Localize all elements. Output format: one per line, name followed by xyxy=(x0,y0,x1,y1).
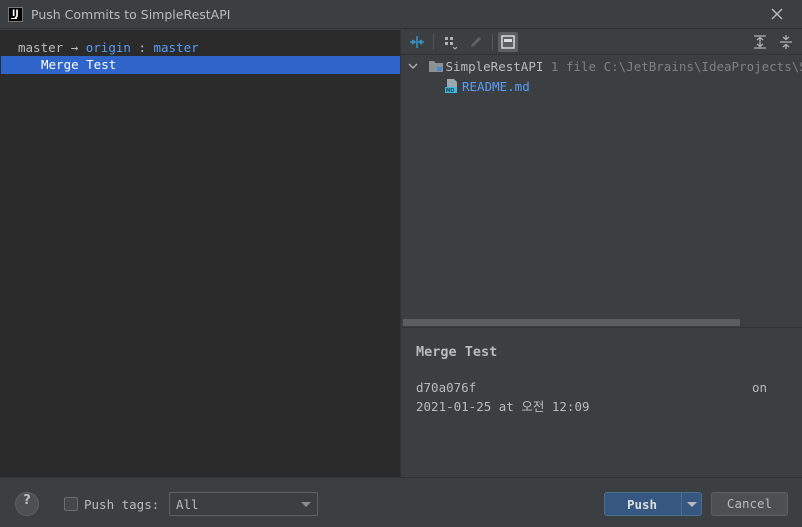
chevron-down-icon xyxy=(301,502,311,507)
group-by-icon[interactable] xyxy=(440,32,460,52)
commit-details-panel: Merge Test d70a076f on 2021-01-25 at 오전 … xyxy=(402,327,802,477)
root-folder-name: SimpleRestAPI xyxy=(445,59,544,74)
push-tags-label[interactable]: Push tags: xyxy=(84,497,159,512)
file-name: README.md xyxy=(462,79,530,94)
edit-icon[interactable] xyxy=(466,32,486,52)
branch-arrow: → xyxy=(70,40,79,55)
help-button[interactable]: ? xyxy=(15,492,39,516)
dialog-footer: ? Push tags: All Push Cancel xyxy=(0,477,802,527)
collapse-all-icon[interactable] xyxy=(776,32,796,52)
folder-icon xyxy=(428,59,446,79)
commit-on-label: on xyxy=(752,380,768,395)
markdown-file-icon: MD xyxy=(444,78,462,100)
local-branch: master xyxy=(18,40,64,55)
changes-tree: SimpleRestAPI 1 file C:\JetBrains\IdeaPr… xyxy=(402,56,802,321)
branch-colon: : xyxy=(138,40,146,55)
commit-subject: Merge Test xyxy=(416,344,498,360)
commit-row[interactable]: Merge Test xyxy=(1,56,400,74)
intellij-app-icon: IJ xyxy=(8,7,23,22)
push-tags-checkbox[interactable] xyxy=(64,497,78,511)
tags-select-value: All xyxy=(176,497,199,512)
changes-pane: SimpleRestAPI 1 file C:\JetBrains\IdeaPr… xyxy=(402,30,802,477)
root-path: C:\JetBrains\IdeaProjects\Simp xyxy=(603,59,802,74)
commits-list-pane: master → origin : master Merge Test xyxy=(0,30,401,477)
file-count: 1 file xyxy=(550,59,597,74)
title-bar: IJ Push Commits to SimpleRestAPI xyxy=(0,0,802,29)
remote-name-link[interactable]: origin xyxy=(86,40,131,55)
push-button-label: Push xyxy=(626,497,658,512)
window-title: Push Commits to SimpleRestAPI xyxy=(31,7,231,22)
remote-branch-link[interactable]: master xyxy=(154,40,199,55)
chevron-down-icon[interactable] xyxy=(408,57,420,77)
tags-select[interactable]: All xyxy=(169,492,318,516)
commit-date: 2021-01-25 at 오전 12:09 xyxy=(416,399,590,414)
branch-mapping: master → origin : master xyxy=(18,40,199,55)
tree-root-row[interactable]: SimpleRestAPI 1 file C:\JetBrains\IdeaPr… xyxy=(408,57,802,77)
close-icon[interactable] xyxy=(768,5,786,23)
push-options-dropdown-icon[interactable] xyxy=(687,502,697,507)
expand-all-icon[interactable] xyxy=(750,32,770,52)
horizontal-scrollbar-thumb[interactable] xyxy=(403,319,740,326)
commit-hash[interactable]: d70a076f xyxy=(416,380,476,395)
changes-toolbar xyxy=(402,30,802,55)
svg-text:MD: MD xyxy=(446,88,454,94)
tree-file-row[interactable]: MD README.md xyxy=(444,77,530,97)
preview-panel-icon[interactable] xyxy=(498,32,518,52)
push-button[interactable]: Push xyxy=(604,492,702,516)
compare-arrows-icon[interactable] xyxy=(407,32,427,52)
cancel-button[interactable]: Cancel xyxy=(711,492,788,516)
